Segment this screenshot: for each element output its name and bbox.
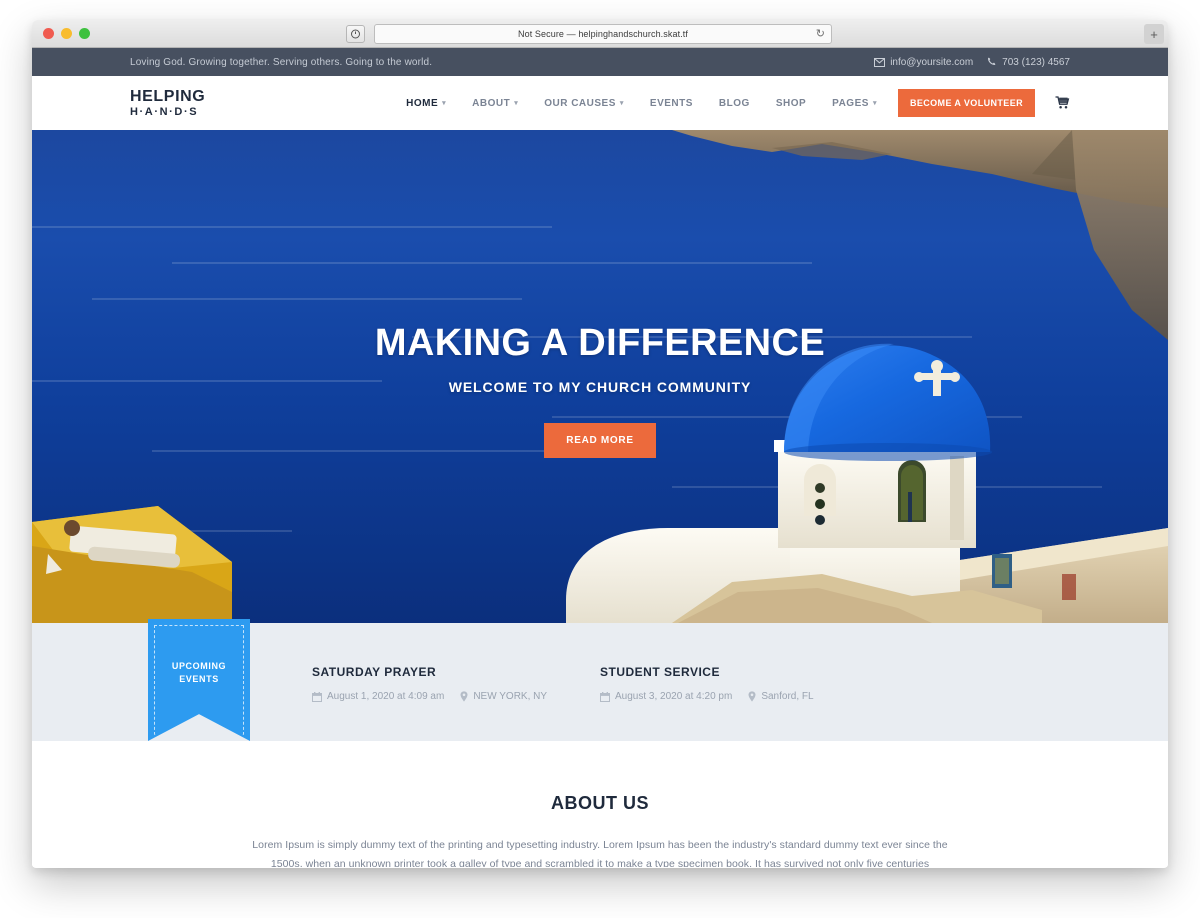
become-a-volunteer-button[interactable]: BECOME A VOLUNTEER xyxy=(897,89,1035,117)
phone-contact[interactable]: 703 (123) 4567 xyxy=(987,57,1070,68)
nav-item-shop[interactable]: SHOP xyxy=(763,98,819,109)
upcoming-events-strip: UPCOMING EVENTS SATURDAY PRAYER August 1… xyxy=(32,619,1168,741)
top-info-bar: Loving God. Growing together. Serving ot… xyxy=(32,48,1168,76)
event-title: SATURDAY PRAYER xyxy=(312,665,437,679)
nav-item-blog[interactable]: BLOG xyxy=(706,98,763,109)
upcoming-events-ribbon: UPCOMING EVENTS xyxy=(148,619,250,741)
event-location-text: Sanford, FL xyxy=(761,691,814,702)
new-tab-button[interactable]: + xyxy=(1144,24,1164,44)
close-window-button[interactable] xyxy=(43,28,54,39)
event-item-1[interactable]: SATURDAY PRAYER August 1, 2020 at 4:09 a… xyxy=(312,665,547,702)
ribbon-label-line2: EVENTS xyxy=(179,674,219,684)
cart-icon[interactable] xyxy=(1055,96,1070,110)
envelope-icon xyxy=(874,57,886,67)
shield-icon[interactable] xyxy=(346,25,365,43)
event-date: August 3, 2020 at 4:20 pm xyxy=(600,691,732,702)
hero-subtitle: WELCOME TO MY CHURCH COMMUNITY xyxy=(448,379,752,395)
nav-item-our-causes[interactable]: OUR CAUSES ▾ xyxy=(531,98,637,109)
minimize-window-button[interactable] xyxy=(61,28,72,39)
event-date: August 1, 2020 at 4:09 am xyxy=(312,691,444,702)
about-text: Lorem Ipsum is simply dummy text of the … xyxy=(252,839,948,867)
logo-text-bottom: H·A·N·D·S xyxy=(130,105,199,118)
site-logo[interactable]: HELPING H·A·N·D·S xyxy=(130,87,206,118)
url-text: Not Secure — helpinghandschurch.skat.tf xyxy=(518,29,688,39)
calendar-icon xyxy=(600,691,610,702)
nav-item-label: PAGES xyxy=(832,97,869,109)
event-location: Sanford, FL xyxy=(748,691,814,702)
event-date-text: August 1, 2020 at 4:09 am xyxy=(327,691,445,702)
about-title: ABOUT US xyxy=(551,793,649,813)
main-navigation-bar: HELPING H·A·N·D·S HOME ▾ ABOUT ▾ OUR CAU… xyxy=(32,76,1168,130)
nav-menu: HOME ▾ ABOUT ▾ OUR CAUSES ▾ EVENTS BLOG … xyxy=(393,89,1070,117)
nav-item-home[interactable]: HOME ▾ xyxy=(393,98,459,109)
event-location-text: NEW YORK, NY xyxy=(473,691,548,702)
nav-item-events[interactable]: EVENTS xyxy=(637,98,706,109)
chevron-down-icon: ▾ xyxy=(619,99,624,107)
reload-icon[interactable]: ↻ xyxy=(816,28,825,41)
event-meta: August 1, 2020 at 4:09 am NEW YORK, NY xyxy=(312,691,547,702)
nav-item-pages[interactable]: PAGES ▾ xyxy=(819,98,890,109)
email-text: info@yoursite.com xyxy=(890,56,974,68)
calendar-icon xyxy=(312,691,322,702)
phone-text: 703 (123) 4567 xyxy=(1002,56,1070,68)
logo-text-top: HELPING xyxy=(130,87,206,105)
chevron-down-icon: ▾ xyxy=(514,99,519,107)
event-title: STUDENT SERVICE xyxy=(600,665,720,679)
map-pin-icon xyxy=(460,691,468,702)
ribbon-label: UPCOMING EVENTS xyxy=(172,660,226,686)
site-tagline: Loving God. Growing together. Serving ot… xyxy=(130,56,433,68)
hero-banner: MAKING A DIFFERENCE WELCOME TO MY CHURCH… xyxy=(32,130,1168,623)
about-section: ABOUT US Lorem Ipsum is simply dummy tex… xyxy=(32,741,1168,867)
chevron-down-icon: ▾ xyxy=(872,99,877,107)
event-item-2[interactable]: STUDENT SERVICE August 3, 2020 at 4:20 p… xyxy=(600,665,814,702)
maximize-window-button[interactable] xyxy=(79,28,90,39)
nav-item-label: HOME xyxy=(406,97,439,109)
browser-window: Not Secure — helpinghandschurch.skat.tf … xyxy=(32,20,1168,868)
page-viewport: Loving God. Growing together. Serving ot… xyxy=(32,48,1168,867)
event-meta: August 3, 2020 at 4:20 pm Sanford, FL xyxy=(600,691,814,702)
nav-item-label: EVENTS xyxy=(649,97,693,109)
read-more-button[interactable]: READ MORE xyxy=(544,423,656,458)
window-controls xyxy=(43,28,90,39)
map-pin-icon xyxy=(748,691,756,702)
chevron-down-icon: ▾ xyxy=(442,99,447,107)
nav-item-label: BLOG xyxy=(718,97,750,109)
hero-content: MAKING A DIFFERENCE WELCOME TO MY CHURCH… xyxy=(32,130,1168,623)
browser-chrome-bar: Not Secure — helpinghandschurch.skat.tf … xyxy=(32,20,1168,48)
nav-item-label: OUR CAUSES xyxy=(544,97,616,109)
phone-icon xyxy=(987,57,997,67)
nav-item-label: ABOUT xyxy=(472,97,511,109)
event-location: NEW YORK, NY xyxy=(460,691,547,702)
email-contact[interactable]: info@yoursite.com xyxy=(874,57,973,68)
ribbon-label-line1: UPCOMING xyxy=(171,660,227,671)
url-bar[interactable]: Not Secure — helpinghandschurch.skat.tf … xyxy=(374,24,832,44)
contact-group: info@yoursite.com 703 (123) 4567 xyxy=(874,57,1070,68)
hero-title: MAKING A DIFFERENCE xyxy=(374,322,826,364)
nav-item-label: SHOP xyxy=(775,97,807,109)
event-date-text: August 3, 2020 at 4:20 pm xyxy=(615,691,733,702)
nav-item-about[interactable]: ABOUT ▾ xyxy=(459,98,531,109)
